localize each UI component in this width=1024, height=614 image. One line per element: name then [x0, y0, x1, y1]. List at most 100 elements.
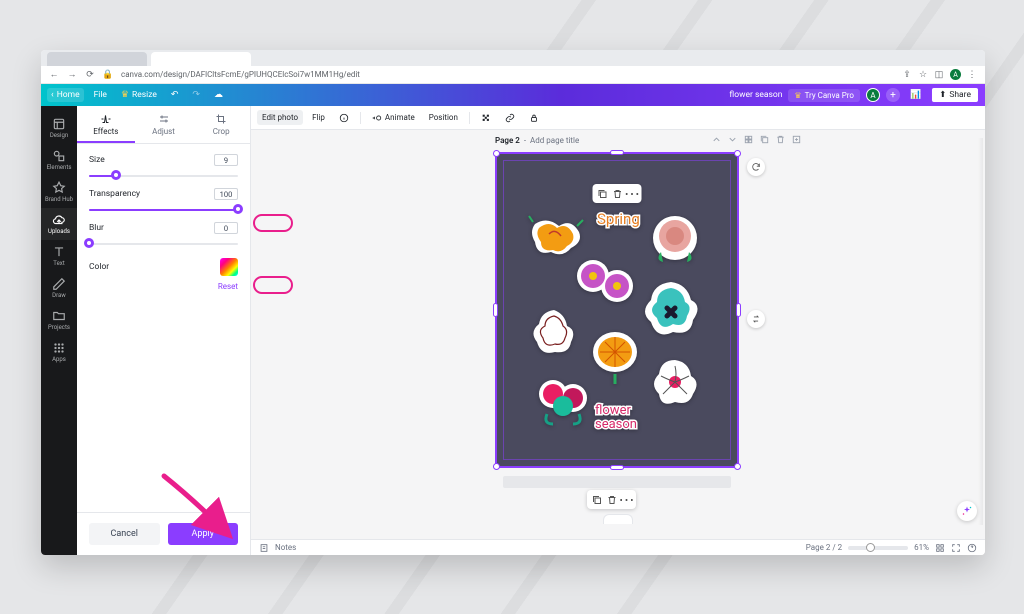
color-swatch[interactable]: [220, 258, 238, 276]
help-icon[interactable]: [967, 543, 977, 553]
transparency-slider[interactable]: [89, 204, 238, 214]
animate-button[interactable]: Animate: [367, 110, 420, 126]
more-icon[interactable]: ⋯: [620, 493, 633, 506]
trash-icon[interactable]: [611, 187, 624, 200]
browser-tab-active[interactable]: [151, 52, 251, 66]
trash-icon[interactable]: [605, 493, 618, 506]
rail-apps[interactable]: Apps: [41, 336, 77, 368]
file-menu[interactable]: File: [90, 88, 111, 102]
handle-t[interactable]: [610, 150, 624, 155]
notes-label[interactable]: Notes: [275, 543, 296, 552]
trash-icon[interactable]: [775, 134, 786, 145]
drawer-handle[interactable]: [603, 514, 633, 524]
add-page-icon[interactable]: [791, 134, 802, 145]
tab-adjust[interactable]: Adjust: [135, 106, 193, 143]
sticker-white-hibiscus[interactable]: [525, 304, 583, 362]
sticker-yellow-mum[interactable]: [587, 324, 643, 384]
star-icon[interactable]: ☆: [918, 70, 928, 80]
more-icon[interactable]: ⋯: [626, 187, 639, 200]
seeall-icon[interactable]: [743, 134, 754, 145]
transparency-value[interactable]: 100: [214, 188, 238, 200]
browser-address-bar: ← → ⟳ 🔒 canva.com/design/DAFlCltsFcmE/gP…: [41, 66, 985, 84]
fullscreen-icon[interactable]: [951, 543, 961, 553]
share-button[interactable]: ⬆Share: [931, 87, 979, 103]
pro-label: Try Canva Pro: [805, 91, 854, 100]
try-pro-button[interactable]: ♛Try Canva Pro: [788, 89, 860, 102]
rail-design[interactable]: Design: [41, 112, 77, 144]
zoom-slider[interactable]: [848, 546, 908, 550]
browser-tab[interactable]: [47, 52, 147, 66]
browser-tabstrip: [41, 50, 985, 66]
rail-draw[interactable]: Draw: [41, 272, 77, 304]
page-thumbnail-strip[interactable]: [503, 476, 731, 488]
user-avatar[interactable]: A: [866, 88, 880, 102]
sticker-teal-flower[interactable]: [635, 276, 707, 346]
magic-button[interactable]: [957, 501, 977, 521]
duplicate-icon[interactable]: [590, 493, 603, 506]
transparency-tool[interactable]: [476, 110, 496, 126]
sticker-pink-rose[interactable]: [647, 212, 703, 268]
swap-icon: [751, 314, 761, 324]
url-field[interactable]: canva.com/design/DAFlCltsFcmE/gPIUHQCElc…: [121, 70, 894, 79]
handle-bl[interactable]: [493, 463, 500, 470]
back-icon[interactable]: ←: [49, 70, 59, 80]
canvas-viewport[interactable]: Page 2-Add page title: [251, 130, 985, 539]
blur-label: Blur: [89, 223, 104, 233]
duplicate-icon[interactable]: [596, 187, 609, 200]
grid-view-icon[interactable]: [935, 543, 945, 553]
cancel-button[interactable]: Cancel: [89, 523, 160, 545]
info-button[interactable]: [334, 110, 354, 126]
rail-projects[interactable]: Projects: [41, 304, 77, 336]
browser-avatar[interactable]: A: [950, 69, 961, 80]
handle-br[interactable]: [734, 463, 741, 470]
undo-icon: ↶: [171, 90, 179, 100]
spring-text-sticker[interactable]: Spring: [593, 208, 651, 230]
position-button[interactable]: Position: [424, 110, 463, 125]
blur-slider[interactable]: [89, 238, 238, 248]
reset-link[interactable]: Reset: [89, 278, 238, 291]
lock-tool[interactable]: [524, 110, 544, 126]
resize-button[interactable]: ♛Resize: [117, 88, 161, 102]
redo-button[interactable]: ↷: [188, 88, 204, 102]
share-icon[interactable]: ⇪: [902, 70, 912, 80]
handle-tr[interactable]: [734, 150, 741, 157]
edit-photo-button[interactable]: Edit photo: [257, 110, 303, 125]
swap-button[interactable]: [747, 310, 765, 328]
flower-season-text-sticker[interactable]: flowerseason: [589, 400, 657, 436]
handle-b[interactable]: [610, 465, 624, 470]
tab-effects[interactable]: Effects: [77, 106, 135, 143]
refresh-button[interactable]: [747, 158, 765, 176]
flip-button[interactable]: Flip: [307, 110, 330, 125]
rail-uploads[interactable]: Uploads: [41, 208, 77, 240]
design-canvas[interactable]: ⋯ Spring flowerseason: [495, 152, 739, 468]
undo-button[interactable]: ↶: [167, 88, 183, 102]
handle-tl[interactable]: [493, 150, 500, 157]
sticker-red-bouquet[interactable]: [533, 372, 595, 430]
doc-title[interactable]: flower season: [729, 90, 782, 100]
scrollbar[interactable]: [978, 138, 983, 525]
chevron-down-icon[interactable]: [727, 134, 738, 145]
handle-l[interactable]: [493, 303, 498, 317]
rail-brand[interactable]: Brand Hub: [41, 176, 77, 208]
home-button[interactable]: ‹Home: [47, 88, 84, 102]
chevron-up-icon[interactable]: [711, 134, 722, 145]
page-title-hint[interactable]: Add page title: [530, 136, 579, 145]
cloud-icon: ☁: [214, 90, 223, 100]
rail-elements[interactable]: Elements: [41, 144, 77, 176]
extension-icon[interactable]: ◫: [934, 70, 944, 80]
handle-r[interactable]: [736, 303, 741, 317]
rail-text[interactable]: Text: [41, 240, 77, 272]
add-member-button[interactable]: +: [886, 88, 900, 102]
tab-crop[interactable]: Crop: [192, 106, 250, 143]
size-slider[interactable]: [89, 170, 238, 180]
kebab-icon[interactable]: ⋮: [967, 70, 977, 80]
blur-value[interactable]: 0: [214, 222, 238, 234]
insights-button[interactable]: 📊: [906, 88, 925, 102]
duplicate-icon[interactable]: [759, 134, 770, 145]
sparkle-icon: [961, 505, 973, 517]
reload-icon[interactable]: ⟳: [85, 70, 95, 80]
forward-icon[interactable]: →: [67, 70, 77, 80]
size-value[interactable]: 9: [214, 154, 238, 166]
apply-button[interactable]: Apply: [168, 523, 239, 545]
link-tool[interactable]: [500, 110, 520, 126]
